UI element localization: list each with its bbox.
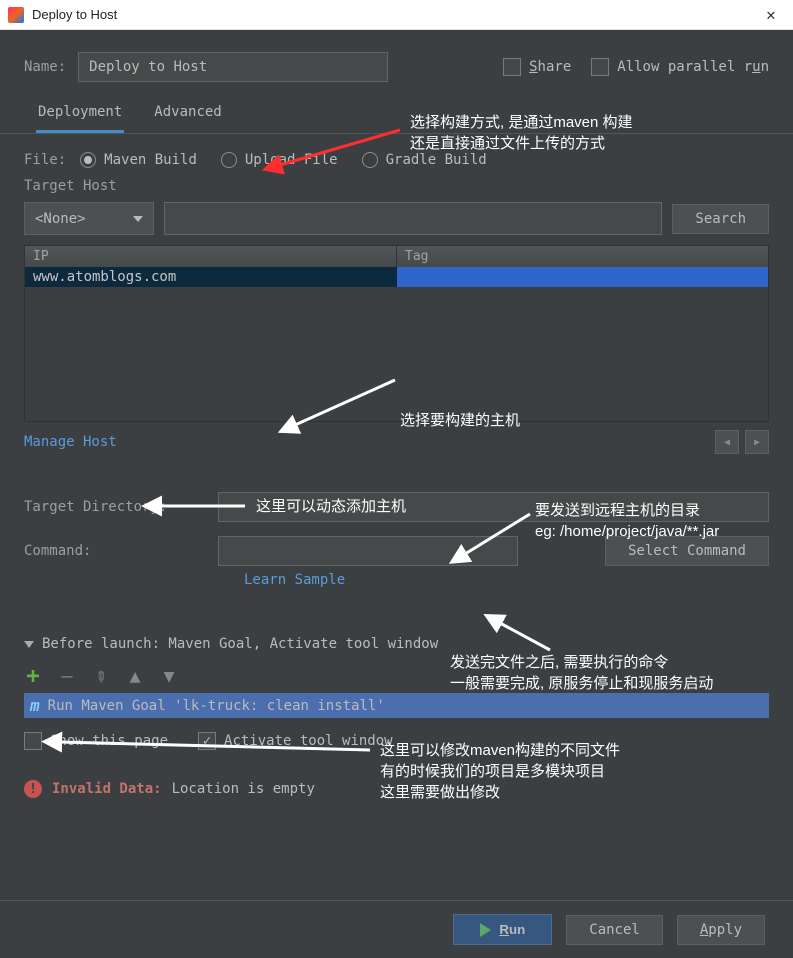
file-label: File:: [24, 152, 66, 168]
page-prev-button[interactable]: ◀: [715, 430, 739, 454]
td-tag: [397, 267, 769, 287]
host-table: IP Tag www.atomblogs.com: [24, 245, 769, 422]
checkbox-group: Share Allow parallel run: [503, 58, 769, 76]
before-launch-toggle[interactable]: Before launch: Maven Goal, Activate tool…: [24, 636, 769, 652]
host-dropdown[interactable]: <None>: [24, 202, 154, 235]
maven-goal-row[interactable]: m Run Maven Goal 'lk-truck: clean instal…: [24, 693, 769, 718]
command-label: Command:: [24, 543, 204, 559]
th-ip[interactable]: IP: [25, 246, 397, 267]
checkbox-icon: [24, 732, 42, 750]
move-down-button[interactable]: ▼: [160, 666, 178, 687]
before-launch-toolbar: + — ✎ ▲ ▼: [24, 664, 769, 689]
app-icon: [8, 7, 24, 23]
chevron-down-icon: [24, 641, 34, 648]
host-search-input[interactable]: [164, 202, 662, 235]
file-row: File: Maven Build Upload File Gradle Bui…: [24, 152, 769, 168]
radio-upload[interactable]: Upload File: [221, 152, 338, 168]
window-title: Deploy to Host: [32, 7, 749, 22]
remove-task-button[interactable]: —: [58, 666, 76, 687]
radio-label: Maven Build: [104, 152, 197, 168]
file-radio-group: Maven Build Upload File Gradle Build: [80, 152, 487, 168]
maven-icon: m: [30, 696, 40, 715]
th-tag[interactable]: Tag: [397, 246, 768, 267]
close-icon[interactable]: ✕: [757, 5, 785, 24]
checkbox-icon: [591, 58, 609, 76]
name-label: Name:: [24, 59, 66, 75]
td-ip: www.atomblogs.com: [25, 267, 397, 287]
radio-label: Upload File: [245, 152, 338, 168]
cancel-button[interactable]: Cancel: [566, 915, 663, 945]
target-dir-input[interactable]: [218, 492, 769, 522]
name-input[interactable]: [78, 52, 388, 82]
target-host-label: Target Host: [24, 178, 769, 194]
run-button[interactable]: Run: [453, 914, 552, 945]
play-icon: [480, 923, 491, 937]
command-input[interactable]: [218, 536, 518, 566]
footer: Run Cancel Apply: [0, 900, 793, 958]
radio-gradle[interactable]: Gradle Build: [362, 152, 487, 168]
show-page-checkbox[interactable]: Show this page: [24, 732, 168, 750]
tab-bar: Deployment Advanced: [0, 82, 793, 134]
radio-icon: [362, 152, 378, 168]
learn-sample-link[interactable]: Learn Sample: [244, 572, 769, 588]
radio-icon: [80, 152, 96, 168]
run-label: Run: [499, 922, 525, 937]
radio-icon: [221, 152, 237, 168]
dialog-panel: Name: Share Allow parallel run Deploymen…: [0, 30, 793, 958]
name-row: Name: Share Allow parallel run: [0, 30, 793, 82]
edit-task-button[interactable]: ✎: [87, 663, 115, 691]
select-command-button[interactable]: Select Command: [605, 536, 769, 566]
share-checkbox[interactable]: Share: [503, 58, 571, 76]
error-icon: !: [24, 780, 42, 798]
checkbox-icon: [198, 732, 216, 750]
parallel-label: Allow parallel run: [617, 59, 769, 75]
error-label: Invalid Data:: [52, 781, 162, 797]
checkbox-icon: [503, 58, 521, 76]
radio-maven[interactable]: Maven Build: [80, 152, 197, 168]
show-page-label: Show this page: [50, 733, 168, 749]
table-row[interactable]: www.atomblogs.com: [25, 267, 768, 287]
chevron-left-icon: ◀: [724, 437, 730, 448]
chevron-right-icon: ▶: [754, 437, 760, 448]
radio-label: Gradle Build: [386, 152, 487, 168]
add-task-button[interactable]: +: [24, 664, 42, 689]
dropdown-value: <None>: [35, 211, 86, 227]
maven-goal-text: Run Maven Goal 'lk-truck: clean install': [48, 698, 385, 714]
activate-label: Activate tool window: [224, 733, 393, 749]
page-next-button[interactable]: ▶: [745, 430, 769, 454]
share-label: Share: [529, 59, 571, 75]
target-dir-label: Target Directory:: [24, 499, 204, 515]
apply-button[interactable]: Apply: [677, 915, 765, 945]
move-up-button[interactable]: ▲: [126, 666, 144, 687]
manage-host-link[interactable]: Manage Host: [24, 434, 769, 450]
tab-advanced[interactable]: Advanced: [152, 104, 223, 133]
tab-deployment[interactable]: Deployment: [36, 104, 124, 133]
search-button[interactable]: Search: [672, 204, 769, 234]
chevron-down-icon: [133, 216, 143, 222]
titlebar: Deploy to Host ✕: [0, 0, 793, 30]
activate-window-checkbox[interactable]: Activate tool window: [198, 732, 393, 750]
error-row: ! Invalid Data: Location is empty: [0, 780, 793, 798]
before-launch-label: Before launch: Maven Goal, Activate tool…: [42, 636, 438, 652]
allow-parallel-checkbox[interactable]: Allow parallel run: [591, 58, 769, 76]
error-message: Location is empty: [172, 781, 315, 797]
